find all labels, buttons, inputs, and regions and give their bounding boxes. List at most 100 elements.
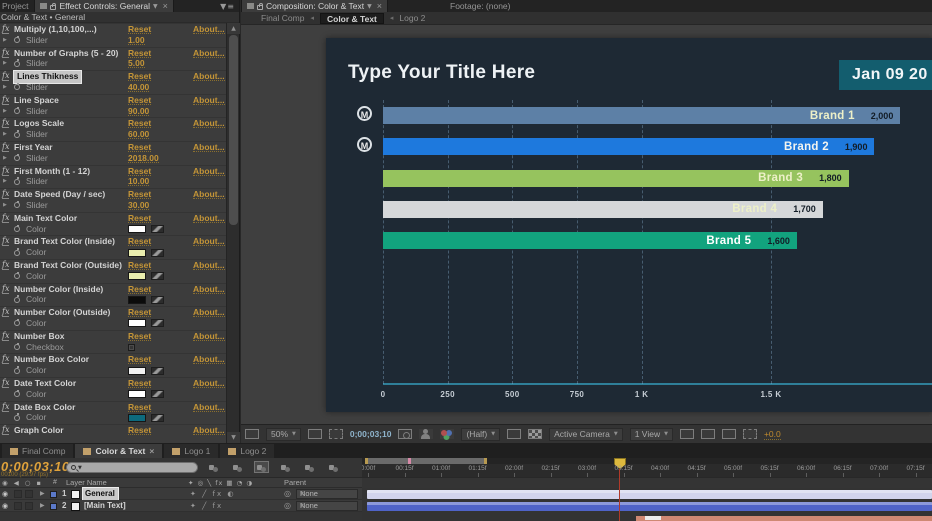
stopwatch-icon[interactable] bbox=[14, 200, 20, 209]
timeline-tab-color-text[interactable]: Color & Text × bbox=[75, 444, 163, 458]
expand-caret-icon[interactable]: ▶ bbox=[3, 129, 7, 141]
layer-switches[interactable]: ✦ ╱ fx ◐ bbox=[190, 488, 235, 500]
about-link[interactable]: About... bbox=[193, 425, 225, 436]
effect-date-box-color[interactable]: fx Date Box Color Reset About... bbox=[0, 400, 226, 413]
stopwatch-icon[interactable] bbox=[14, 153, 20, 162]
layer3-in-handle[interactable] bbox=[645, 516, 661, 520]
shy-layers-icon[interactable] bbox=[254, 461, 269, 473]
reset-exposure-icon[interactable] bbox=[742, 429, 757, 439]
stopwatch-icon[interactable] bbox=[14, 177, 20, 185]
effect-number-box[interactable]: fx Number Box Reset About... bbox=[0, 329, 226, 342]
reset-link[interactable]: Reset bbox=[128, 236, 152, 247]
solo-toggle[interactable] bbox=[25, 502, 33, 510]
stopwatch-icon[interactable] bbox=[14, 271, 20, 280]
reset-link[interactable]: Reset bbox=[128, 24, 152, 34]
chevron-down-icon[interactable]: ▼ bbox=[153, 3, 158, 10]
eyedropper-icon[interactable] bbox=[151, 225, 164, 234]
close-tab-icon[interactable]: × bbox=[377, 1, 382, 11]
magnification-select[interactable]: 50% ▼ bbox=[266, 427, 301, 441]
about-link[interactable]: About... bbox=[193, 118, 225, 129]
about-link[interactable]: About... bbox=[193, 378, 225, 388]
reset-link[interactable]: Reset bbox=[128, 71, 152, 82]
color-swatch[interactable] bbox=[128, 390, 146, 399]
parent-pick-whip-icon[interactable]: ◎ bbox=[284, 488, 291, 500]
effect-lines-thikness[interactable]: fx Lines Thikness Reset About... bbox=[0, 70, 226, 83]
color-swatch[interactable] bbox=[128, 248, 146, 257]
expand-caret-icon[interactable]: ▶ bbox=[3, 200, 7, 212]
slider-value[interactable]: 2018.00 bbox=[128, 153, 159, 163]
effect-number-color-outside[interactable]: fx Number Color (Outside) Reset About... bbox=[0, 306, 226, 318]
stopwatch-icon[interactable] bbox=[14, 248, 20, 256]
layer-duration-bar[interactable] bbox=[367, 501, 932, 511]
slider-value[interactable]: 90.00 bbox=[128, 106, 150, 116]
about-link[interactable]: About... bbox=[193, 213, 225, 223]
slider-value[interactable]: 1.00 bbox=[128, 35, 145, 45]
about-link[interactable]: About... bbox=[193, 307, 225, 318]
panel-menu-icon[interactable]: ▼≡ bbox=[220, 2, 239, 11]
stopwatch-icon[interactable] bbox=[14, 59, 20, 67]
effect-date-text-color[interactable]: fx Date Text Color Reset About... bbox=[0, 376, 226, 389]
stopwatch-icon[interactable] bbox=[14, 366, 20, 374]
stopwatch-icon[interactable] bbox=[14, 224, 20, 233]
visibility-eye-icon[interactable]: ◉ bbox=[2, 500, 8, 512]
eyedropper-icon[interactable] bbox=[151, 319, 164, 328]
scroll-down-icon[interactable]: ▼ bbox=[227, 432, 240, 443]
color-swatch[interactable] bbox=[128, 366, 146, 375]
layer-color-chip[interactable] bbox=[50, 502, 57, 510]
reset-link[interactable]: Reset bbox=[128, 166, 152, 176]
tab-effect-controls[interactable]: Effect Controls: General ▼ × bbox=[34, 0, 174, 12]
comp-flowchart-icon[interactable] bbox=[721, 429, 736, 439]
about-link[interactable]: About... bbox=[193, 189, 225, 200]
expand-caret-icon[interactable]: ▶ bbox=[3, 35, 7, 47]
about-link[interactable]: About... bbox=[193, 142, 225, 152]
solo-toggle[interactable] bbox=[25, 490, 33, 498]
expand-caret-icon[interactable]: ▶ bbox=[3, 176, 7, 188]
about-link[interactable]: About... bbox=[193, 402, 225, 412]
scroll-up-icon[interactable]: ▲ bbox=[227, 23, 240, 34]
parent-dropdown[interactable]: None ▼ bbox=[296, 501, 358, 511]
reset-link[interactable]: Reset bbox=[128, 260, 152, 270]
stopwatch-icon[interactable] bbox=[14, 342, 20, 351]
stopwatch-icon[interactable] bbox=[14, 389, 20, 398]
chevron-down-icon[interactable]: ▼ bbox=[367, 3, 372, 10]
view-layout-select[interactable]: 1 View ▼ bbox=[629, 427, 673, 441]
expand-caret-icon[interactable]: ▶ bbox=[3, 58, 7, 70]
effect-number-of-graphs-5-20[interactable]: fx Number of Graphs (5 - 20) Reset About… bbox=[0, 46, 226, 59]
breadcrumb-final-comp[interactable]: Final Comp bbox=[261, 13, 304, 23]
search-input[interactable] bbox=[83, 463, 197, 472]
effect-first-year[interactable]: fx First Year Reset About... bbox=[0, 140, 226, 153]
about-link[interactable]: About... bbox=[193, 71, 225, 82]
stopwatch-icon[interactable] bbox=[14, 318, 20, 327]
expand-caret-icon[interactable]: ▶ bbox=[40, 488, 45, 500]
slider-value[interactable]: 5.00 bbox=[128, 58, 145, 69]
effect-logos-scale[interactable]: fx Logos Scale Reset About... bbox=[0, 117, 226, 129]
parent-column-header[interactable]: Parent bbox=[284, 478, 306, 488]
about-link[interactable]: About... bbox=[193, 354, 225, 365]
effect-multiply-1-10-100[interactable]: fx Multiply (1,10,100,...) Reset About..… bbox=[0, 23, 226, 35]
exposure-value[interactable]: +0.0 bbox=[763, 429, 781, 440]
expand-caret-icon[interactable]: ▶ bbox=[3, 106, 7, 118]
about-link[interactable]: About... bbox=[193, 260, 225, 270]
graph-editor-icon[interactable] bbox=[326, 461, 341, 473]
search-box[interactable]: ▼ bbox=[66, 462, 198, 473]
color-swatch[interactable] bbox=[128, 319, 146, 328]
breadcrumb-logo-2[interactable]: Logo 2 bbox=[399, 13, 425, 23]
reset-link[interactable]: Reset bbox=[128, 425, 152, 436]
eyedropper-icon[interactable] bbox=[151, 272, 164, 281]
stopwatch-icon[interactable] bbox=[14, 295, 20, 303]
eyedropper-icon[interactable] bbox=[151, 413, 164, 422]
work-area-bar[interactable] bbox=[365, 458, 487, 464]
pixel-aspect-icon[interactable] bbox=[679, 429, 694, 439]
reset-link[interactable]: Reset bbox=[128, 48, 152, 58]
effect-date-speed-day-sec[interactable]: fx Date Speed (Day / sec) Reset About... bbox=[0, 188, 226, 200]
breadcrumb-color-text[interactable]: Color & Text bbox=[319, 12, 384, 24]
tab-project[interactable]: Project bbox=[0, 1, 34, 11]
comp-stage[interactable]: Type Your Title Here Jan 09 20 0 250 500 75… bbox=[326, 38, 932, 412]
eyedropper-icon[interactable] bbox=[151, 295, 164, 304]
about-link[interactable]: About... bbox=[193, 24, 225, 34]
motion-blur-icon[interactable] bbox=[302, 461, 317, 473]
always-preview-icon[interactable] bbox=[245, 429, 259, 439]
eyedropper-icon[interactable] bbox=[151, 248, 164, 257]
resolution-select[interactable]: (Half) ▼ bbox=[461, 427, 501, 441]
slider-value[interactable]: 10.00 bbox=[128, 176, 150, 187]
